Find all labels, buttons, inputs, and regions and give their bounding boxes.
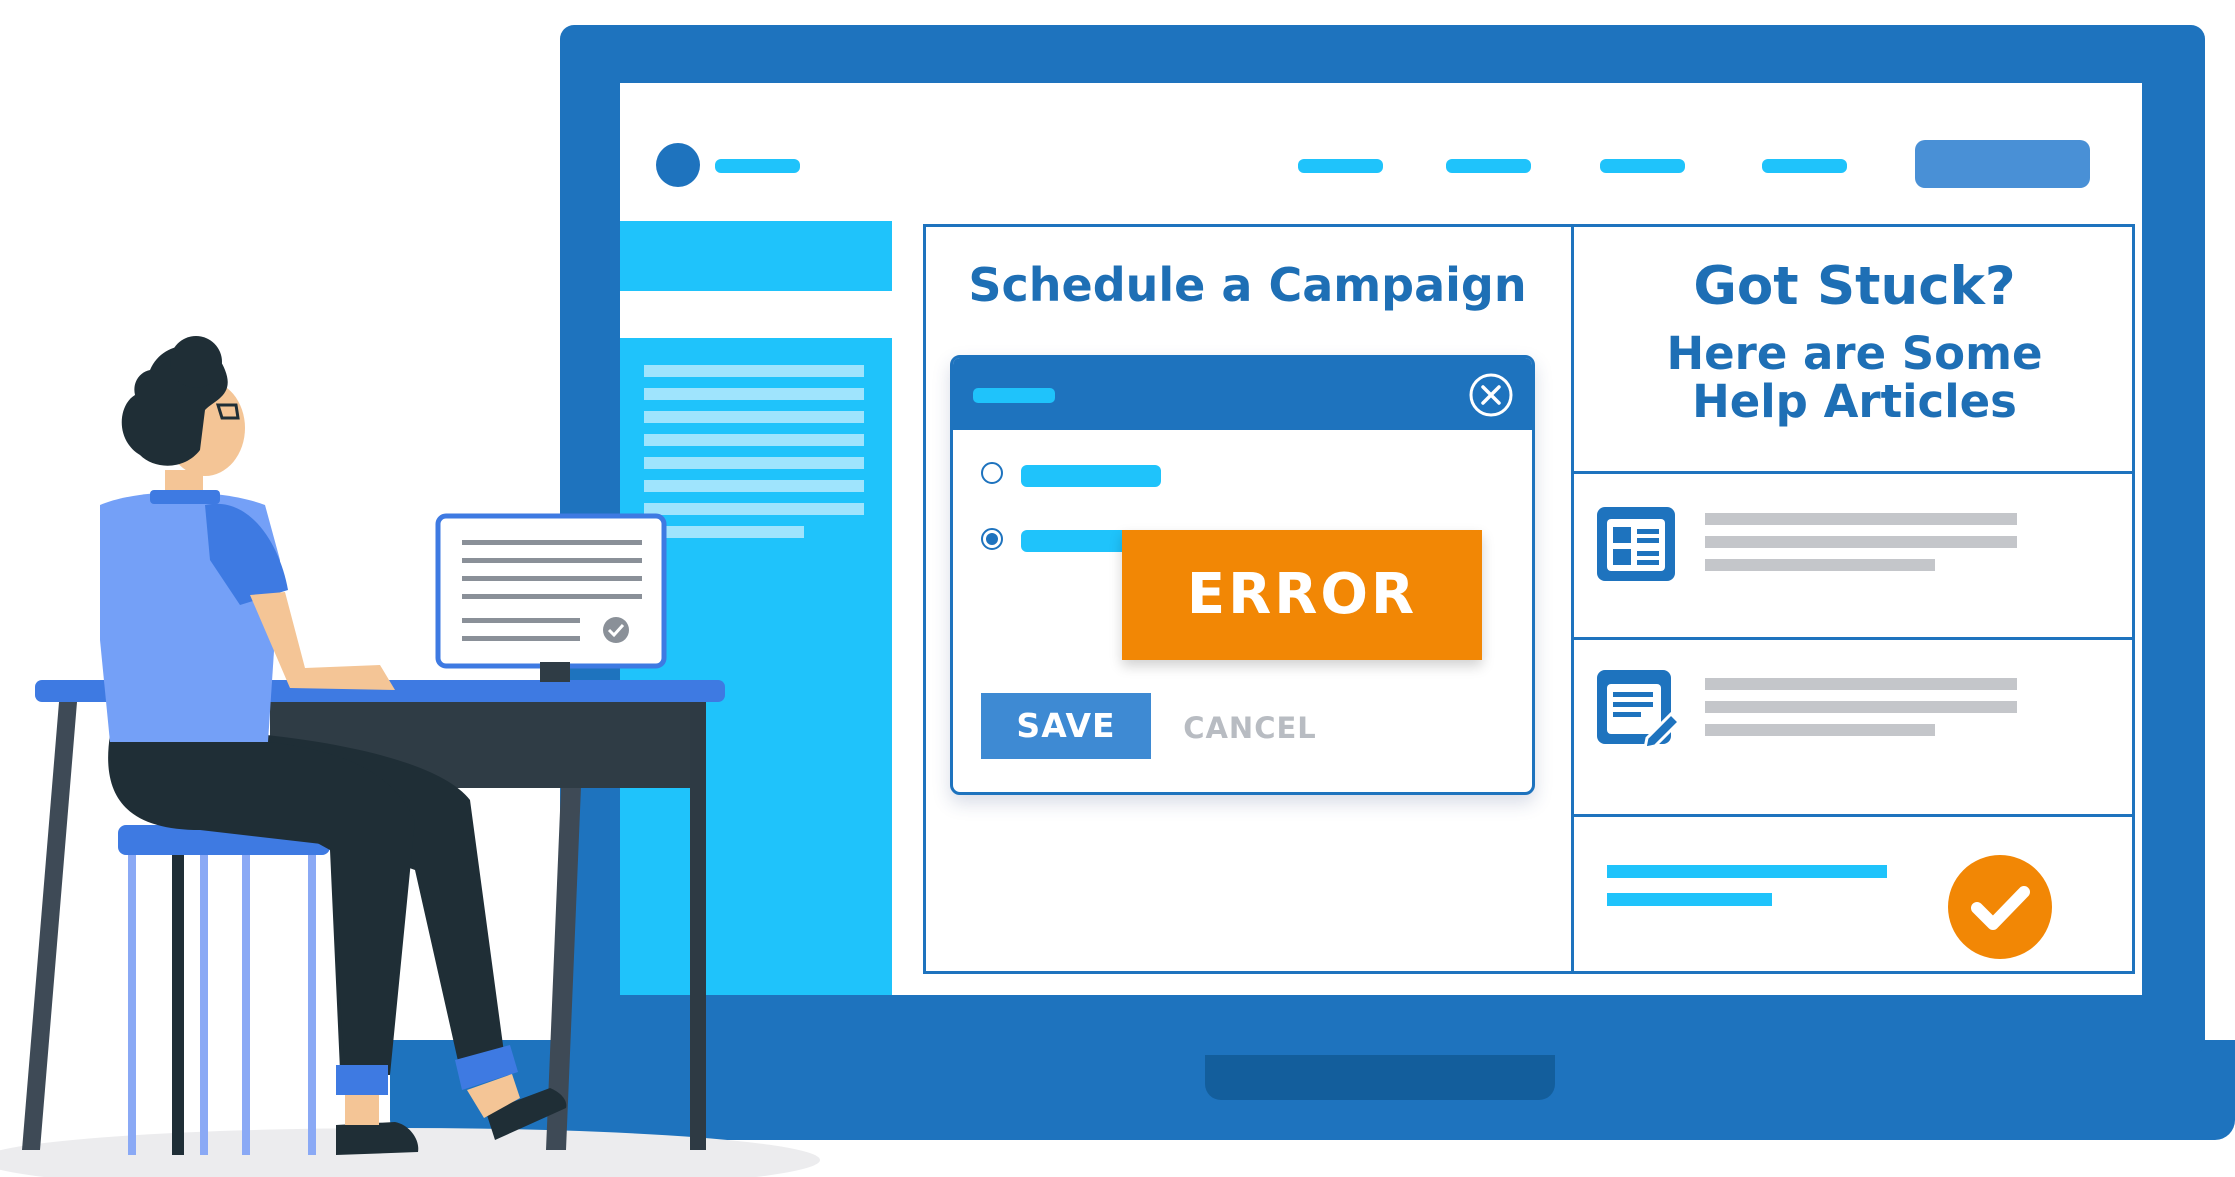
- nav-brand-line: [715, 159, 800, 173]
- radio-option-1-label: [1021, 465, 1161, 487]
- cancel-button[interactable]: CANCEL: [1175, 693, 1325, 759]
- help-subtitle-line2: Help Articles: [1692, 375, 2017, 428]
- error-badge: ERROR: [1122, 530, 1482, 660]
- article-1-line: [1705, 513, 2017, 525]
- nav-action-button[interactable]: [1915, 140, 2090, 188]
- article-1-line: [1705, 536, 2017, 548]
- close-icon[interactable]: [1468, 372, 1514, 418]
- help-article-1[interactable]: [1595, 503, 2115, 613]
- help-divider-3: [1573, 814, 2135, 817]
- radio-option-1[interactable]: [981, 462, 1003, 484]
- checkmark-icon[interactable]: [1947, 854, 2053, 960]
- nav-logo[interactable]: [656, 143, 700, 187]
- article-2-line: [1705, 701, 2017, 713]
- nav-link-1[interactable]: [1298, 159, 1383, 173]
- nav-link-3[interactable]: [1600, 159, 1685, 173]
- help-divider-2: [1573, 637, 2135, 640]
- panel-divider: [1571, 224, 1574, 974]
- help-subtitle-line1: Here are Some: [1666, 327, 2043, 380]
- article-2-line: [1705, 724, 1935, 736]
- radio-option-2[interactable]: [981, 528, 1003, 550]
- save-button[interactable]: SAVE: [981, 693, 1151, 759]
- help-divider-1: [1573, 471, 2135, 474]
- nav-link-2[interactable]: [1446, 159, 1531, 173]
- article-2-line: [1705, 678, 2017, 690]
- help-article-2[interactable]: [1595, 668, 2115, 778]
- laptop-screen: Schedule a Campaign SAVE CANCEL ERROR Go…: [620, 83, 2142, 995]
- dialog-header: [953, 358, 1532, 430]
- sidebar-header-block[interactable]: [620, 221, 892, 291]
- page-title: Schedule a Campaign: [968, 258, 1527, 312]
- dialog-title-line: [973, 388, 1055, 403]
- article-1-line: [1705, 559, 1935, 571]
- resolved-line-1: [1607, 865, 1887, 878]
- nav-link-4[interactable]: [1762, 159, 1847, 173]
- help-title: Got Stuck?: [1693, 256, 2016, 317]
- edit-document-icon: [1595, 668, 1682, 754]
- resolved-line-2: [1607, 893, 1772, 906]
- person-at-desk-illustration: [0, 336, 820, 1177]
- article-list-icon: [1595, 505, 1677, 583]
- radio-option-2-dot: [986, 533, 998, 545]
